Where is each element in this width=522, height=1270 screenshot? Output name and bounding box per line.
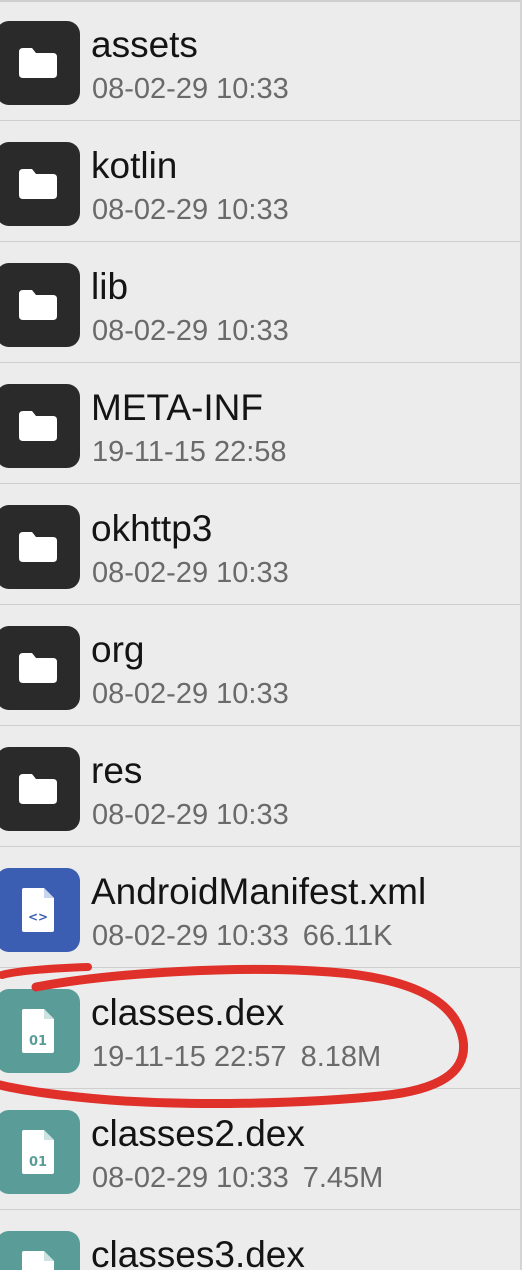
file-date: 08-02-29 10:33 [92,1162,289,1194]
file-meta: 19-11-15 22:57 8.18M [92,1040,381,1074]
file-name: META-INF [91,387,263,428]
file-meta: 08-02-29 10:33 [92,314,289,348]
file-meta: 08-02-29 10:33 [92,556,289,590]
file-date: 08-02-29 10:33 [92,920,289,952]
list-item-lib[interactable]: lib 08-02-29 10:33 [0,242,522,363]
file-date: 08-02-29 10:33 [92,678,289,710]
file-date: 19-11-15 22:58 [92,436,287,468]
file-name: assets [91,24,198,65]
folder-icon [0,747,80,831]
list-item-classes-dex[interactable]: 01 classes.dex 19-11-15 22:57 8.18M [0,968,522,1089]
file-name: res [91,750,143,791]
file-size: 7.45M [302,1162,384,1194]
folder-icon [0,384,80,468]
file-size: 8.18M [300,1041,382,1073]
dex-glyph: 01 [29,1155,47,1170]
file-meta: 08-02-29 10:33 7.45M [92,1161,383,1195]
file-date: 19-11-15 22:57 [92,1041,287,1073]
file-name: classes3.dex [91,1234,305,1270]
file-date: 08-02-29 10:33 [92,194,289,226]
file-name: org [91,629,145,670]
file-meta: 08-02-29 10:33 [92,798,289,832]
xml-glyph: <> [28,910,48,924]
file-meta: 08-02-29 10:33 [92,193,289,227]
file-browser-screen: assets 08-02-29 10:33 kotlin 08-02-29 10… [0,0,522,1270]
file-name: classes.dex [91,992,285,1033]
file-size: 66.11K [302,920,393,952]
file-date: 08-02-29 10:33 [92,557,289,589]
file-date: 08-02-29 10:33 [92,73,289,105]
folder-icon [0,505,80,589]
dex-file-icon: 01 [0,1110,80,1194]
list-item-okhttp3[interactable]: okhttp3 08-02-29 10:33 [0,484,522,605]
file-meta: 19-11-15 22:58 [92,435,287,469]
list-item-classes3-dex[interactable]: classes3.dex [0,1210,522,1270]
file-date: 08-02-29 10:33 [92,315,289,347]
folder-icon [0,263,80,347]
file-name: lib [91,266,129,307]
file-date: 08-02-29 10:33 [92,799,289,831]
list-item-androidmanifest-xml[interactable]: <> AndroidManifest.xml 08-02-29 10:33 66.… [0,847,522,968]
file-list[interactable]: assets 08-02-29 10:33 kotlin 08-02-29 10… [0,0,522,1270]
file-name: okhttp3 [91,508,213,549]
file-name: kotlin [91,145,178,186]
file-meta: 08-02-29 10:33 66.11K [92,919,392,953]
list-item-res[interactable]: res 08-02-29 10:33 [0,726,522,847]
file-meta: 08-02-29 10:33 [92,677,289,711]
folder-icon [0,142,80,226]
list-item-kotlin[interactable]: kotlin 08-02-29 10:33 [0,121,522,242]
dex-glyph: 01 [29,1034,47,1049]
folder-icon [0,626,80,710]
dex-file-icon [0,1231,80,1270]
xml-file-icon: <> [0,868,80,952]
folder-icon [0,21,80,105]
file-name: AndroidManifest.xml [91,871,427,912]
list-item-org[interactable]: org 08-02-29 10:33 [0,605,522,726]
list-item-assets[interactable]: assets 08-02-29 10:33 [0,0,522,121]
file-meta: 08-02-29 10:33 [92,72,289,106]
dex-file-icon: 01 [0,989,80,1073]
list-item-classes2-dex[interactable]: 01 classes2.dex 08-02-29 10:33 7.45M [0,1089,522,1210]
list-item-meta-inf[interactable]: META-INF 19-11-15 22:58 [0,363,522,484]
file-name: classes2.dex [91,1113,305,1154]
